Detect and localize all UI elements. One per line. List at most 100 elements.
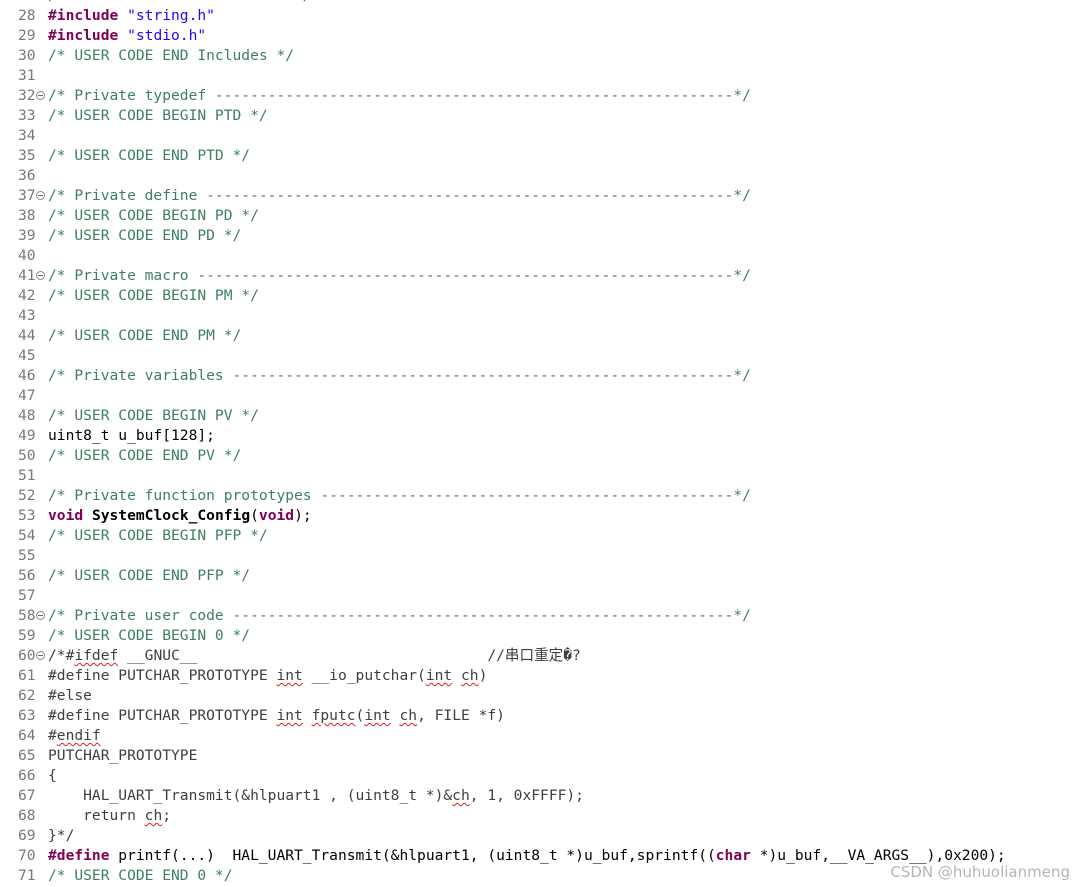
code-line[interactable]: 49 uint8_t u_buf[128]; bbox=[0, 426, 1076, 446]
code-token: /* USER CODE END 0 */ bbox=[48, 867, 233, 884]
code-line[interactable]: 43 bbox=[0, 306, 1076, 326]
code-editor[interactable]: 27/* USER CODE BEGIN Includes */28#inclu… bbox=[0, 0, 1076, 886]
code-line[interactable]: 45 bbox=[0, 346, 1076, 366]
code-line[interactable]: 28 #include "string.h" bbox=[0, 6, 1076, 26]
code-token: /*# bbox=[48, 647, 75, 664]
code-token: /* USER CODE END PTD */ bbox=[48, 147, 251, 164]
code-token: /* Private variables -------------------… bbox=[48, 367, 751, 384]
code-line[interactable]: 59 /* USER CODE BEGIN 0 */ bbox=[0, 626, 1076, 646]
code-token: /* USER CODE END PFP */ bbox=[48, 567, 251, 584]
code-text: /* Private define ----------------------… bbox=[48, 186, 751, 206]
line-number: 30 bbox=[18, 47, 36, 64]
line-number: 51 bbox=[18, 467, 36, 484]
line-number: 62 bbox=[18, 687, 36, 704]
code-token: /* Private macro -----------------------… bbox=[48, 267, 751, 284]
code-line[interactable]: 47 bbox=[0, 386, 1076, 406]
code-line[interactable]: 52 /* Private function prototypes -------… bbox=[0, 486, 1076, 506]
code-line[interactable]: 29 #include "stdio.h" bbox=[0, 26, 1076, 46]
code-line[interactable]: 39 /* USER CODE END PD */ bbox=[0, 226, 1076, 246]
code-token: #define PUTCHAR_PROTOTYPE bbox=[48, 667, 277, 684]
code-token: PUTCHAR_PROTOTYPE bbox=[48, 747, 198, 764]
line-number: 45 bbox=[18, 347, 36, 364]
code-token: int bbox=[425, 667, 453, 684]
line-number: 61 bbox=[18, 667, 36, 684]
line-number: 68 bbox=[18, 807, 36, 824]
code-token: __io_putchar( bbox=[302, 667, 426, 684]
code-line[interactable]: 69}*/ bbox=[0, 826, 1076, 846]
code-line[interactable]: 48 /* USER CODE BEGIN PV */ bbox=[0, 406, 1076, 426]
code-token: ifdef bbox=[74, 647, 119, 664]
code-line[interactable]: 67 HAL_UART_Transmit(&hlpuart1 , (uint8_… bbox=[0, 786, 1076, 806]
code-line[interactable]: 60/*#ifdef __GNUC__ //串口重定�? bbox=[0, 646, 1076, 666]
code-line[interactable]: 62 #else bbox=[0, 686, 1076, 706]
code-token: int bbox=[276, 667, 303, 684]
code-token: ; bbox=[162, 807, 172, 824]
code-token: ch bbox=[144, 807, 163, 824]
line-number: 64 bbox=[18, 727, 36, 744]
code-line[interactable]: 32/* Private typedef -------------------… bbox=[0, 86, 1076, 106]
code-line[interactable]: 44 /* USER CODE END PM */ bbox=[0, 326, 1076, 346]
code-token: /* Private define ----------------------… bbox=[48, 187, 751, 204]
code-line[interactable]: 66 { bbox=[0, 766, 1076, 786]
code-token: /* USER CODE BEGIN PM */ bbox=[48, 287, 259, 304]
code-line[interactable]: 64 #endif bbox=[0, 726, 1076, 746]
line-number: 35 bbox=[18, 147, 36, 164]
code-text: /* USER CODE BEGIN PD */ bbox=[48, 206, 259, 226]
line-number: 57 bbox=[18, 587, 36, 604]
code-line[interactable]: 41/* Private macro ---------------------… bbox=[0, 266, 1076, 286]
code-line[interactable]: 30 /* USER CODE END Includes */ bbox=[0, 46, 1076, 66]
watermark: CSDN @huhuolianmeng bbox=[890, 863, 1070, 881]
line-number: 50 bbox=[18, 447, 36, 464]
code-line[interactable]: 37/* Private define --------------------… bbox=[0, 186, 1076, 206]
code-line[interactable]: 61 #define PUTCHAR_PROTOTYPE int __io_put… bbox=[0, 666, 1076, 686]
code-text: /* USER CODE END 0 */ bbox=[48, 866, 233, 886]
code-text: return ch; bbox=[48, 806, 171, 826]
code-line[interactable]: 33 /* USER CODE BEGIN PTD */ bbox=[0, 106, 1076, 126]
code-text: #else bbox=[48, 686, 92, 706]
code-line[interactable]: 63 #define PUTCHAR_PROTOTYPE int fputc(in… bbox=[0, 706, 1076, 726]
code-line[interactable]: 42 /* USER CODE BEGIN PM */ bbox=[0, 286, 1076, 306]
code-text: /* USER CODE BEGIN 0 */ bbox=[48, 626, 250, 646]
code-line[interactable]: 46 /* Private variables -----------------… bbox=[0, 366, 1076, 386]
code-line[interactable]: 55 bbox=[0, 546, 1076, 566]
fold-toggle-icon[interactable] bbox=[36, 611, 45, 620]
code-token: SystemClock_Config bbox=[91, 507, 251, 524]
code-line[interactable]: 53 void SystemClock_Config(void); bbox=[0, 506, 1076, 526]
line-number: 28 bbox=[18, 7, 36, 24]
code-line[interactable]: 34 bbox=[0, 126, 1076, 146]
line-number: 71 bbox=[18, 867, 36, 884]
code-token: /* USER CODE BEGIN PFP */ bbox=[48, 527, 268, 544]
code-token: int bbox=[364, 707, 391, 724]
code-line[interactable]: 31 bbox=[0, 66, 1076, 86]
code-line[interactable]: 51 bbox=[0, 466, 1076, 486]
code-token: ) bbox=[478, 667, 488, 684]
code-line[interactable]: 65 PUTCHAR_PROTOTYPE bbox=[0, 746, 1076, 766]
fold-toggle-icon[interactable] bbox=[36, 91, 45, 100]
code-line[interactable]: 38 /* USER CODE BEGIN PD */ bbox=[0, 206, 1076, 226]
line-number: 29 bbox=[18, 27, 36, 44]
code-token: char bbox=[715, 847, 751, 864]
code-line[interactable]: 58/* Private user code -----------------… bbox=[0, 606, 1076, 626]
code-text: #define printf(...) HAL_UART_Transmit(&h… bbox=[48, 846, 1006, 866]
code-token: }*/ bbox=[48, 827, 75, 844]
code-text: /* USER CODE BEGIN PFP */ bbox=[48, 526, 268, 546]
fold-toggle-icon[interactable] bbox=[36, 271, 45, 280]
code-token: ch bbox=[460, 667, 479, 684]
code-token: "stdio.h" bbox=[127, 27, 207, 44]
fold-toggle-icon[interactable] bbox=[36, 651, 45, 660]
code-token: , FILE *f) bbox=[417, 707, 505, 724]
code-text: /*#ifdef __GNUC__ //串口重定�? bbox=[48, 646, 581, 666]
fold-toggle-icon[interactable] bbox=[36, 191, 45, 200]
code-line[interactable]: 35 /* USER CODE END PTD */ bbox=[0, 146, 1076, 166]
code-line[interactable]: 68 return ch; bbox=[0, 806, 1076, 826]
code-line[interactable]: 56 /* USER CODE END PFP */ bbox=[0, 566, 1076, 586]
code-token: ch bbox=[399, 707, 418, 724]
code-line[interactable]: 50 /* USER CODE END PV */ bbox=[0, 446, 1076, 466]
code-token: __GNUC__ //串口重定�? bbox=[118, 647, 581, 664]
code-line[interactable]: 54 /* USER CODE BEGIN PFP */ bbox=[0, 526, 1076, 546]
code-line[interactable]: 57 bbox=[0, 586, 1076, 606]
code-line[interactable]: 40 bbox=[0, 246, 1076, 266]
code-line[interactable]: 36 bbox=[0, 166, 1076, 186]
line-number: 65 bbox=[18, 747, 36, 764]
